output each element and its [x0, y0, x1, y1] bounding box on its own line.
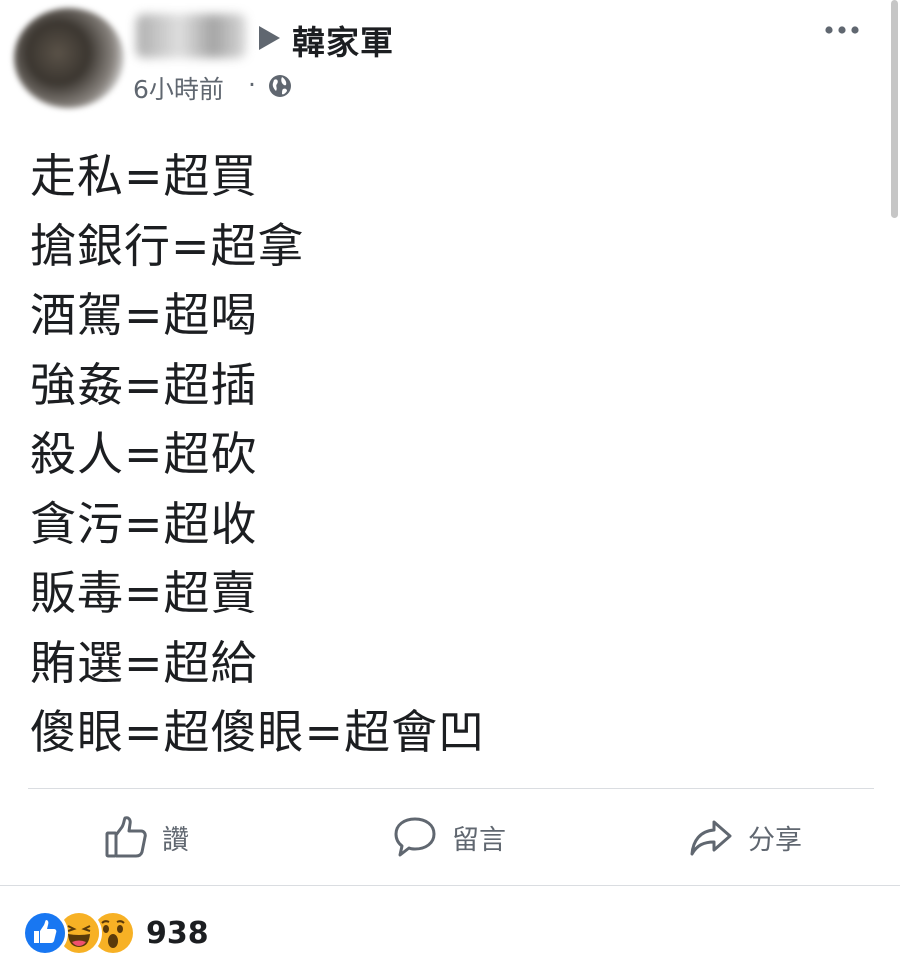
post-header: 韓家軍 6小時前 ·: [0, 0, 900, 120]
post-line: 搶銀行=超拿: [30, 218, 305, 273]
comment-button[interactable]: 留言: [392, 811, 506, 863]
post-line: 販毒=超賣: [30, 566, 258, 620]
like-label: 讚: [162, 824, 189, 856]
more-dots-icon[interactable]: [822, 20, 862, 40]
globe-icon: [269, 75, 291, 97]
blurred-author-name[interactable]: [136, 14, 246, 58]
like-button[interactable]: 讚: [104, 811, 189, 863]
comment-label: 留言: [452, 824, 506, 856]
post-line: 賄選=超給: [30, 635, 258, 690]
scrollbar[interactable]: [891, 0, 898, 218]
share-button[interactable]: 分享: [688, 811, 802, 863]
post-line: 走私=超買: [30, 149, 258, 203]
separator-dot: ·: [248, 70, 256, 99]
divider: [0, 885, 900, 886]
group-name[interactable]: 韓家軍: [292, 16, 394, 64]
share-label: 分享: [748, 824, 802, 856]
post-line: 殺人=超砍: [30, 427, 258, 481]
share-arrow-icon: [690, 820, 732, 856]
avatar[interactable]: [14, 8, 124, 108]
action-bar: 讚 留言 分享: [0, 789, 900, 885]
triangle-right-icon: [259, 26, 280, 50]
reaction-count: 938: [146, 915, 209, 951]
comment-bubble-icon: [394, 817, 436, 857]
post-body: 走私=超買 搶銀行=超拿 酒駕=超喝 強姦=超插 殺人=超砍 貪污=超收 販毒=…: [30, 142, 870, 768]
post-line: 貪污=超收: [30, 496, 258, 551]
post-line: 傻眼=超傻眼=超會凹: [30, 705, 486, 759]
like-reaction-icon: [22, 910, 68, 956]
post-line: 酒駕=超喝: [30, 288, 258, 342]
post-line: 強姦=超插: [30, 357, 258, 412]
thumbs-up-icon: [105, 816, 147, 858]
post-timestamp[interactable]: 6小時前: [133, 70, 224, 106]
reaction-summary[interactable]: 938: [22, 906, 209, 960]
